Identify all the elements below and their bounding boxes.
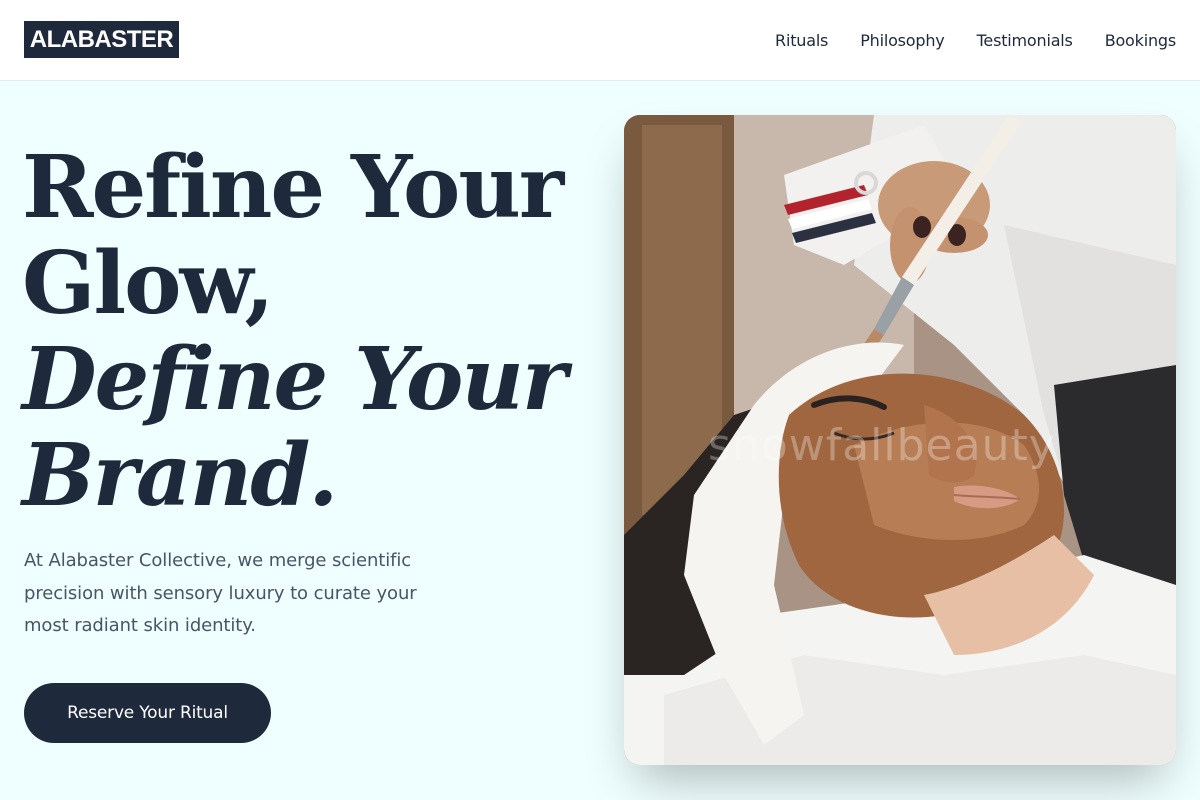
- headline-line-4: Brand.: [22, 425, 338, 526]
- headline-line-3: Define Your: [22, 329, 567, 430]
- hero-image: snowfallbeauty: [624, 115, 1176, 765]
- nav-link-testimonials[interactable]: Testimonials: [977, 31, 1073, 50]
- headline-line-1: Refine Your: [22, 137, 564, 238]
- hero-headline: Refine Your Glow, Define Your Brand.: [22, 140, 592, 524]
- nav-link-bookings[interactable]: Bookings: [1105, 31, 1177, 50]
- nav-link-rituals[interactable]: Rituals: [775, 31, 828, 50]
- reserve-ritual-button[interactable]: Reserve Your Ritual: [24, 683, 271, 743]
- brand-logo[interactable]: ALABASTER: [24, 21, 179, 58]
- headline-line-2: Glow,: [22, 233, 274, 334]
- main-nav: Rituals Philosophy Testimonials Bookings: [775, 0, 1176, 80]
- nav-link-philosophy[interactable]: Philosophy: [860, 31, 945, 50]
- photo-watermark: snowfallbeauty: [708, 420, 1056, 471]
- site-header: ALABASTER Rituals Philosophy Testimonial…: [0, 0, 1200, 81]
- hero-intro-text: At Alabaster Collective, we merge scient…: [24, 550, 417, 636]
